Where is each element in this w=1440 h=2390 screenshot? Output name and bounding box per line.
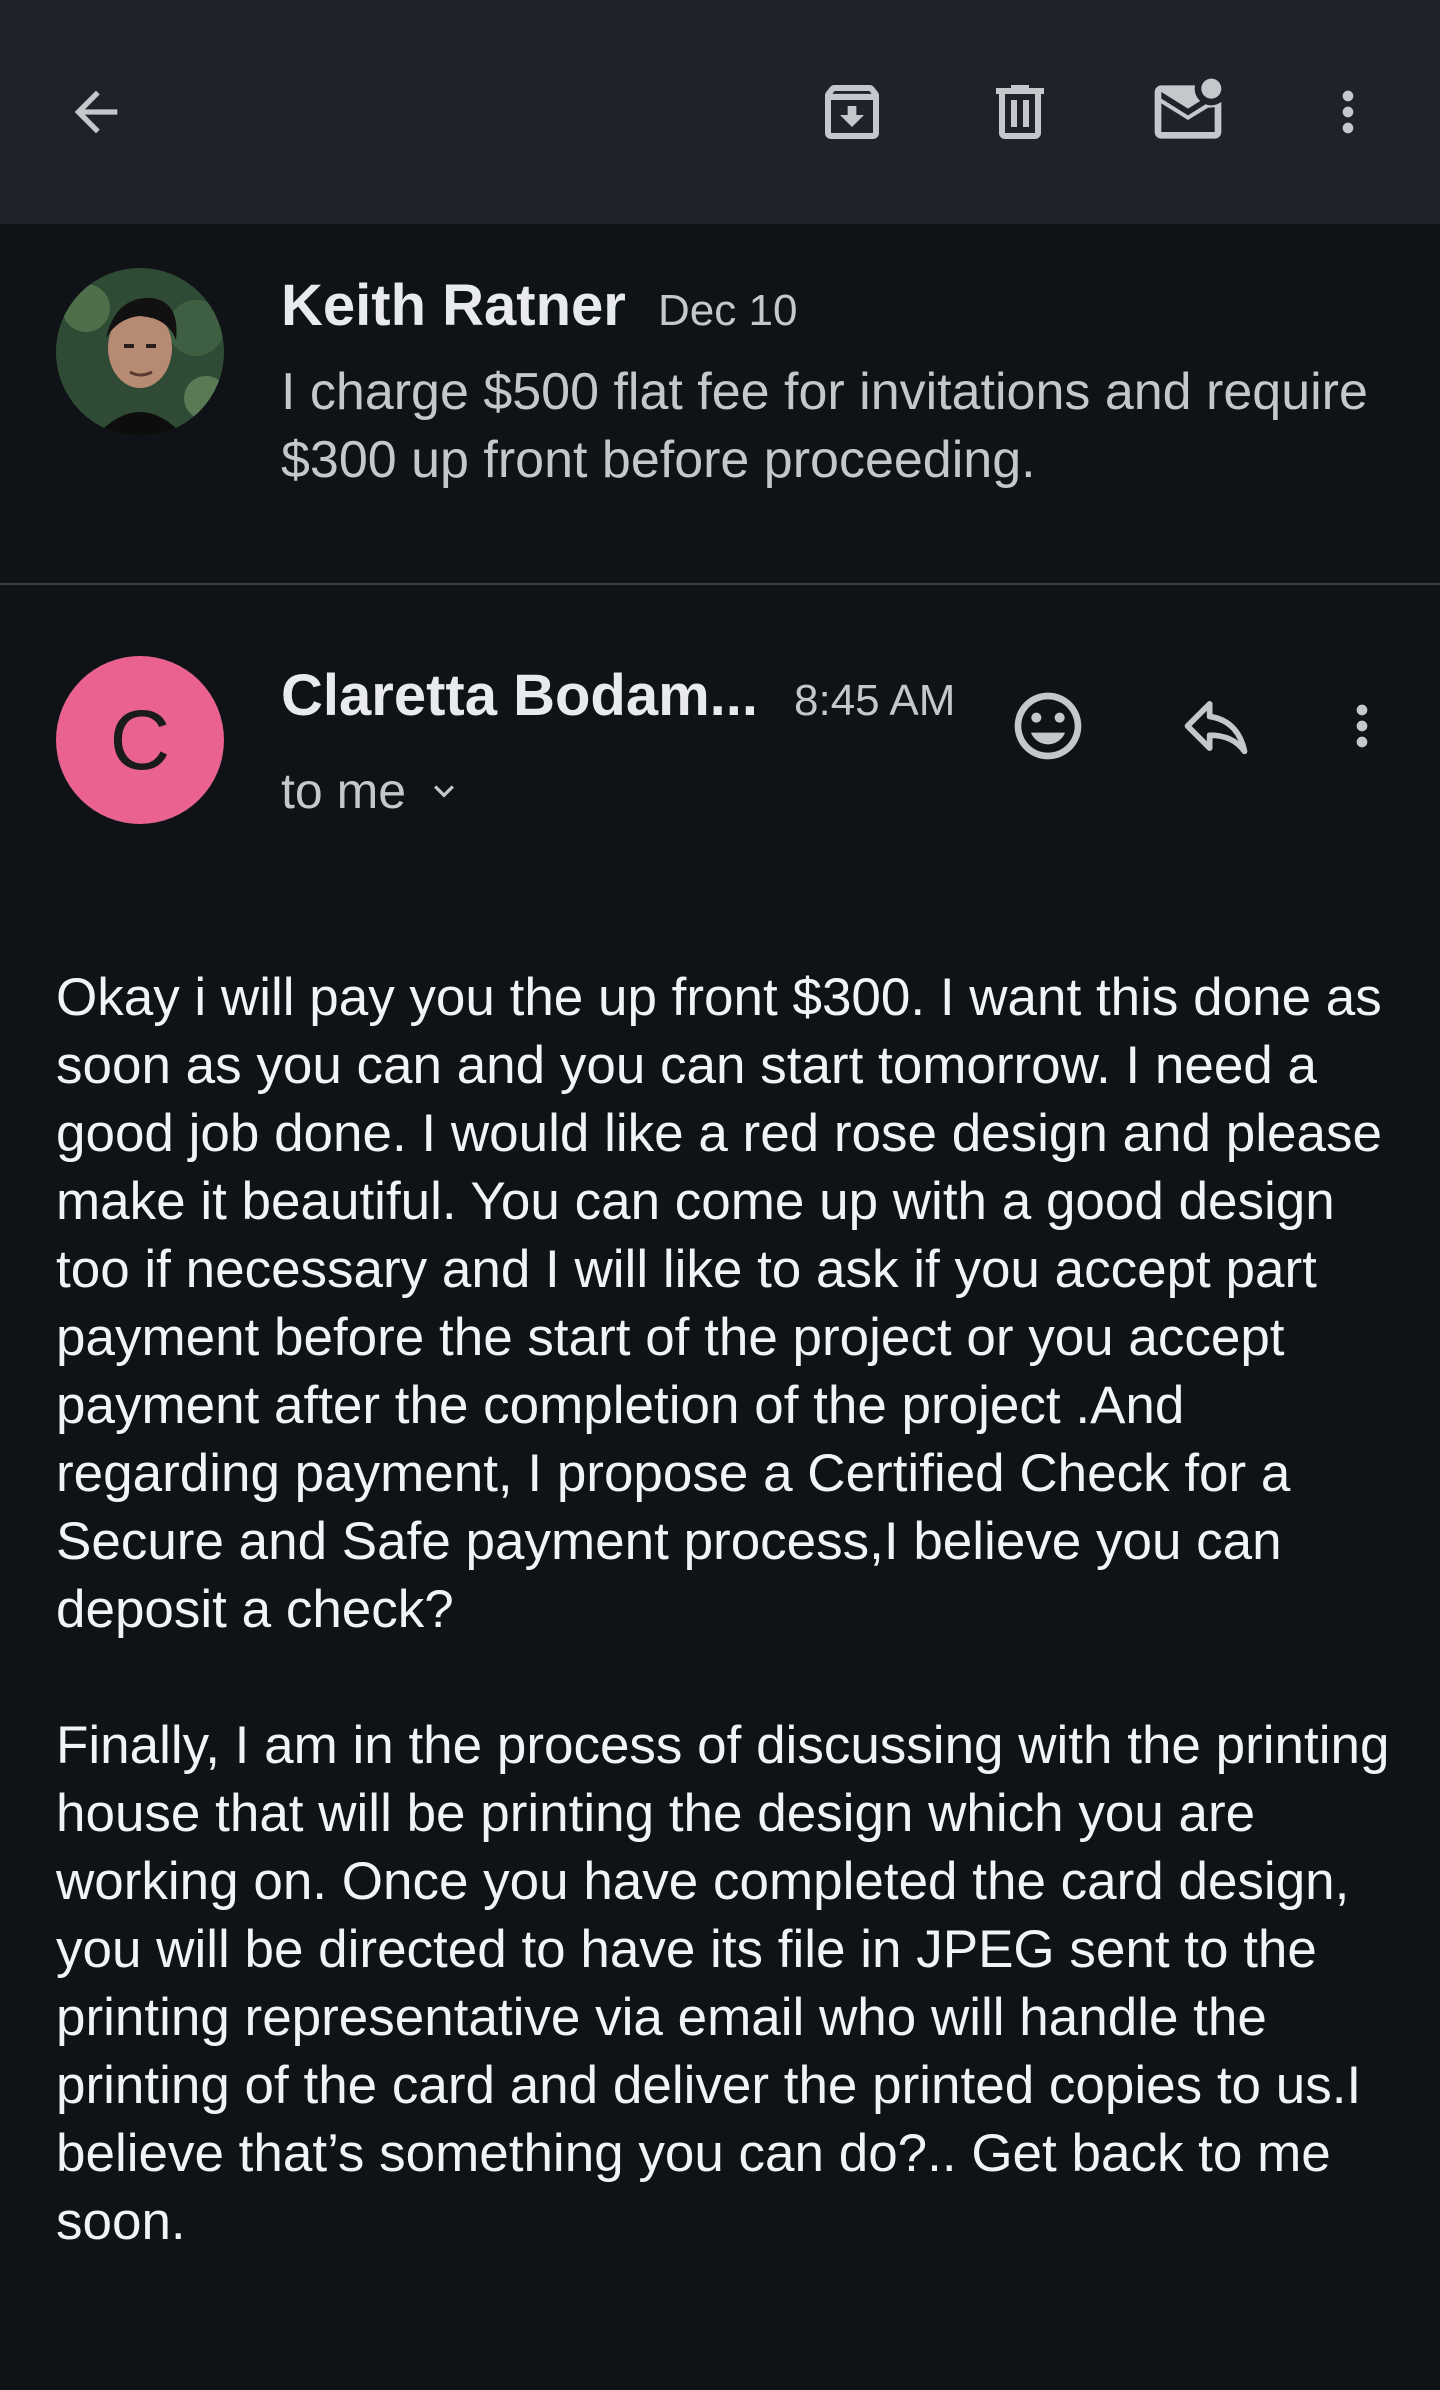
- archive-icon[interactable]: [804, 64, 900, 160]
- message-date: Dec 10: [658, 286, 798, 335]
- sender-name: Keith Ratner: [281, 273, 626, 338]
- top-toolbar: [0, 0, 1440, 224]
- message-time: 8:45 AM: [794, 676, 956, 725]
- back-arrow-icon[interactable]: [48, 64, 144, 160]
- recipient-details-toggle[interactable]: to me: [281, 762, 464, 820]
- recipient-label: to me: [281, 763, 407, 819]
- avatar[interactable]: [56, 268, 224, 436]
- divider: [0, 583, 1440, 585]
- emoji-reaction-icon[interactable]: [1000, 678, 1096, 774]
- delete-icon[interactable]: [972, 64, 1068, 160]
- chevron-down-icon: [424, 771, 464, 811]
- message-body: Okay i will pay you the up front $300. I…: [56, 964, 1396, 2324]
- body-paragraph: Okay i will pay you the up front $300. I…: [56, 968, 1382, 1639]
- reply-icon[interactable]: [1168, 678, 1264, 774]
- sender-name: Claretta Bodam...: [281, 663, 758, 728]
- mark-unread-icon[interactable]: [1140, 64, 1236, 160]
- more-vert-icon[interactable]: [1300, 64, 1396, 160]
- body-paragraph: Finally, I am in the process of discussi…: [56, 1716, 1390, 2251]
- message-snippet: I charge $500 flat fee for invitations a…: [281, 363, 1368, 489]
- avatar[interactable]: C: [56, 656, 224, 824]
- more-vert-icon[interactable]: [1314, 678, 1410, 774]
